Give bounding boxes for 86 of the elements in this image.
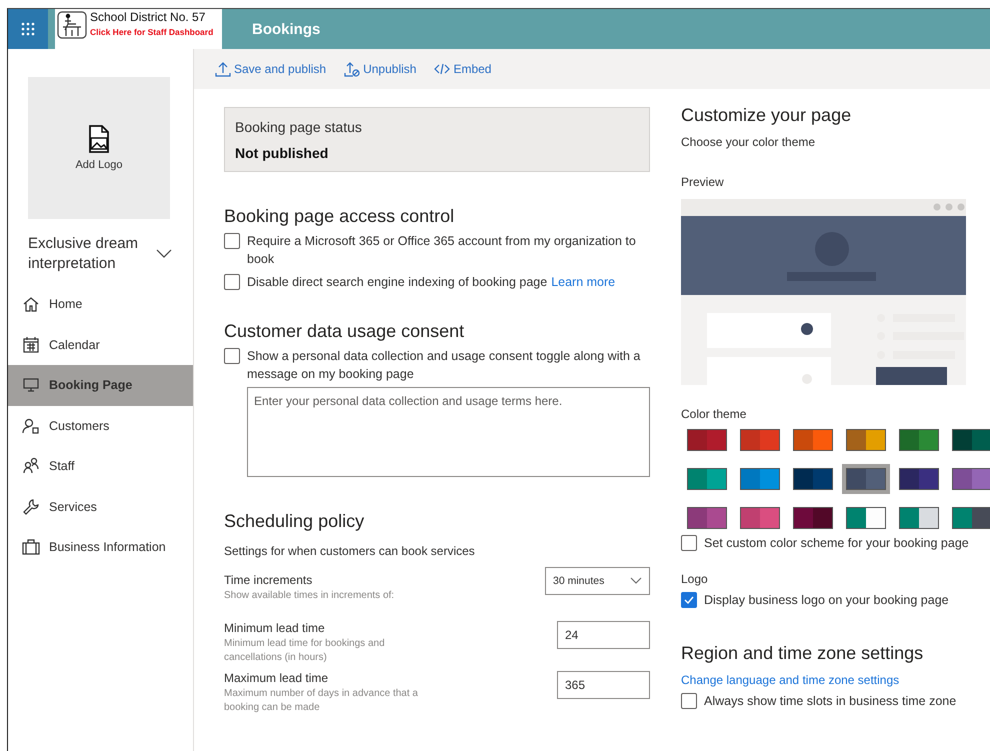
staff-dashboard-link[interactable]: Click Here for Staff Dashboard bbox=[90, 27, 214, 37]
color-swatch[interactable] bbox=[952, 468, 990, 490]
setting-hint: Maximum number of days in advance that a booking can be made bbox=[224, 687, 419, 715]
nav-item[interactable]: Customers bbox=[8, 406, 193, 446]
checkbox-label: Display business logo on your booking page bbox=[704, 592, 949, 609]
checkbox[interactable] bbox=[224, 233, 240, 249]
calendar-icon bbox=[22, 336, 40, 354]
language-settings-link[interactable]: Change language and time zone settings bbox=[681, 673, 990, 687]
nav-item[interactable]: Services bbox=[8, 486, 193, 527]
color-swatch[interactable] bbox=[740, 507, 780, 529]
checkbox[interactable] bbox=[681, 693, 697, 709]
nav-item[interactable]: Calendar bbox=[8, 324, 193, 365]
checkbox[interactable] bbox=[681, 535, 697, 551]
status-title: Booking page status bbox=[235, 119, 363, 135]
org-name: School District No. 57 bbox=[90, 10, 206, 24]
section-subheading: Choose your color theme bbox=[681, 135, 816, 149]
checkbox-label: Disable direct search engine indexing of booking page bbox=[247, 275, 548, 289]
nav-item[interactable]: Staff bbox=[8, 446, 193, 486]
learn-more-link[interactable]: Learn more bbox=[551, 275, 616, 289]
wrench-icon bbox=[22, 498, 40, 516]
color-swatch[interactable] bbox=[952, 429, 990, 451]
checkbox-label: Set custom color scheme for your booking page bbox=[704, 535, 969, 552]
checkbox[interactable] bbox=[224, 348, 240, 364]
person-icon bbox=[22, 416, 40, 435]
waffle-icon bbox=[21, 22, 35, 36]
toolbar-button[interactable]: Save and publish bbox=[215, 61, 326, 77]
color-swatch[interactable] bbox=[899, 429, 939, 451]
business-name: Exclusive dream interpretation bbox=[28, 234, 140, 274]
color-swatch[interactable] bbox=[899, 468, 939, 490]
color-swatch[interactable] bbox=[740, 468, 780, 490]
color-swatch[interactable] bbox=[687, 507, 727, 529]
setting-hint: Show available times in increments of: bbox=[224, 589, 396, 603]
people-icon bbox=[22, 457, 40, 476]
nav-item[interactable]: Business Information bbox=[8, 527, 193, 568]
chevron-down-icon[interactable] bbox=[156, 249, 172, 259]
add-logo-button[interactable]: Add Logo bbox=[28, 77, 170, 219]
color-swatch[interactable] bbox=[846, 429, 886, 451]
checkbox-label: Require a Microsoft 365 or Office 365 account from my organization to book bbox=[247, 234, 636, 266]
time-increment-dropdown[interactable]: 30 minutes bbox=[545, 567, 650, 595]
briefcase-icon bbox=[22, 538, 40, 556]
school-logo-icon bbox=[57, 11, 87, 39]
checkmark-icon bbox=[683, 594, 695, 606]
checkbox[interactable] bbox=[224, 274, 240, 290]
number-field[interactable]: 365 bbox=[557, 671, 650, 699]
nav-item[interactable]: Home bbox=[8, 284, 193, 324]
section-heading: Customer data usage consent bbox=[224, 321, 466, 342]
image-file-icon bbox=[88, 125, 110, 153]
section-heading: Scheduling policy bbox=[224, 511, 366, 532]
color-swatch[interactable] bbox=[793, 468, 833, 490]
status-value: Not published bbox=[235, 145, 330, 161]
home-icon bbox=[22, 295, 40, 314]
terms-field[interactable]: Enter your personal data collection and usage terms here. bbox=[247, 387, 650, 477]
number-field[interactable]: 24 bbox=[557, 621, 650, 649]
toolbar-button[interactable]: Embed bbox=[434, 61, 492, 77]
setting-label: Minimum lead time bbox=[224, 621, 326, 635]
color-swatch[interactable] bbox=[952, 507, 990, 529]
color-swatch[interactable] bbox=[793, 429, 833, 451]
color-swatch[interactable] bbox=[899, 507, 939, 529]
preview-label: Preview bbox=[681, 175, 725, 189]
color-swatch[interactable] bbox=[740, 429, 780, 451]
checkbox-label: Always show time slots in business time zone bbox=[704, 693, 956, 710]
setting-hint: Minimum lead time for bookings and cancellations (in hours) bbox=[224, 637, 386, 665]
setting-label: Time increments bbox=[224, 573, 314, 587]
color-swatch[interactable] bbox=[793, 507, 833, 529]
color-swatch[interactable] bbox=[687, 429, 727, 451]
code-icon bbox=[434, 61, 450, 77]
checkbox-label: Show a personal data collection and usage consent toggle along with a message on my booking page bbox=[247, 348, 642, 383]
section-description: Settings for when customers can book services bbox=[224, 544, 476, 558]
logo-label: Logo bbox=[681, 572, 709, 586]
nav-item[interactable]: Booking Page bbox=[8, 365, 193, 406]
monitor-icon bbox=[22, 376, 40, 394]
upload-icon bbox=[215, 61, 231, 77]
chevron-down-icon bbox=[630, 577, 642, 585]
app-title: Bookings bbox=[252, 20, 320, 38]
color-theme-label: Color theme bbox=[681, 407, 748, 421]
toolbar-button[interactable]: Unpublish bbox=[344, 61, 416, 77]
section-heading: Booking page access control bbox=[224, 206, 456, 227]
app-launcher-button[interactable] bbox=[8, 9, 48, 49]
org-logo-block[interactable]: School District No. 57 Click Here for Staff Dashboard bbox=[55, 9, 222, 49]
color-swatch[interactable] bbox=[846, 507, 886, 529]
unpublish-icon bbox=[344, 61, 360, 77]
color-swatch[interactable] bbox=[687, 468, 727, 490]
checkbox[interactable] bbox=[681, 592, 697, 608]
section-heading: Region and time zone settings bbox=[681, 643, 924, 664]
section-heading: Customize your page bbox=[681, 105, 852, 126]
setting-label: Maximum lead time bbox=[224, 671, 330, 685]
